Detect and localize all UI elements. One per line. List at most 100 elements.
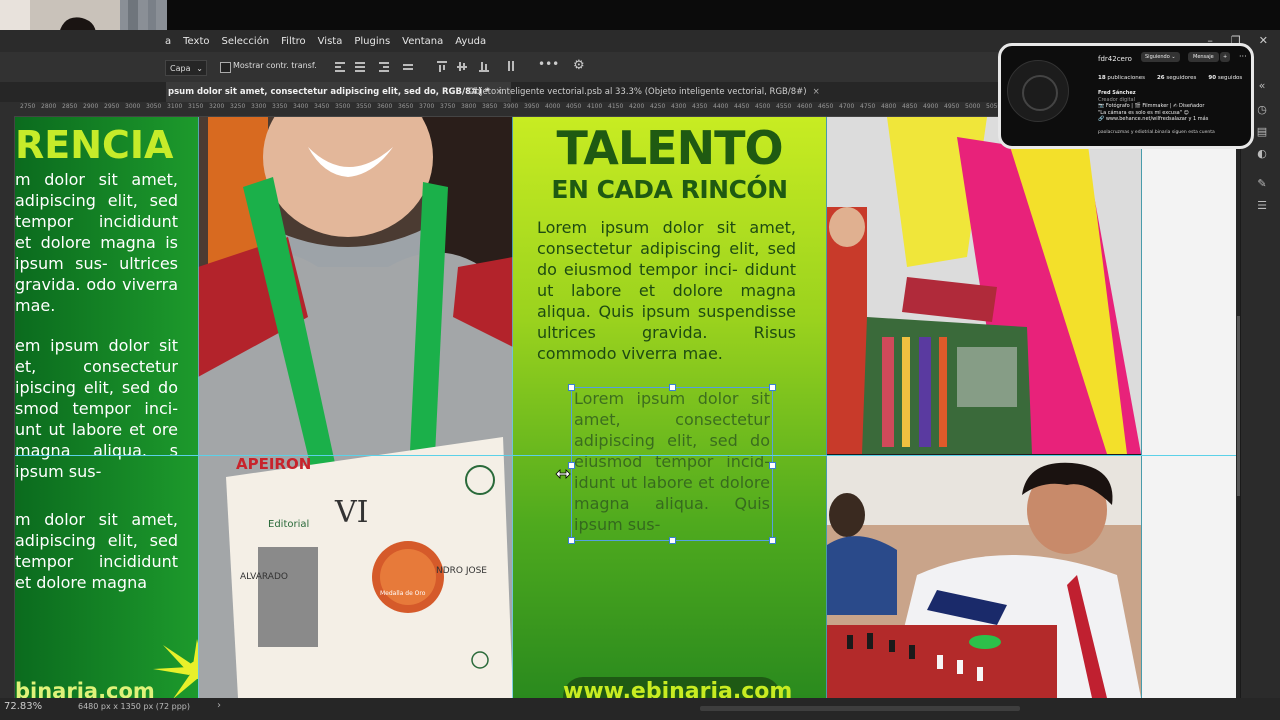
resize-cursor-icon [555, 469, 571, 479]
ruler-tick-label: 4950 [944, 103, 960, 110]
brush-icon[interactable]: ✎ [1255, 178, 1269, 190]
stat-followers[interactable]: 26 seguidores [1157, 75, 1196, 81]
transform-handle[interactable] [669, 384, 676, 391]
align-bottom-icon[interactable] [478, 60, 490, 72]
vertical-guide[interactable] [826, 117, 827, 698]
layer-select[interactable]: Capa ⌄ [165, 60, 207, 76]
vertical-guide[interactable] [1141, 117, 1142, 698]
more-options-icon[interactable]: ••• [538, 58, 559, 72]
stat-posts-num: 18 [1098, 75, 1106, 81]
camera-lens-icon [1022, 75, 1058, 111]
transform-handle[interactable] [568, 384, 575, 391]
stat-following[interactable]: 90 seguidos [1208, 75, 1242, 81]
profile-avatar[interactable] [1007, 60, 1069, 122]
tab-smart-object[interactable]: Objeto inteligente vectorial.psb al 33.3… [462, 82, 826, 102]
zoom-level[interactable]: 72.83% [4, 701, 42, 712]
instagram-profile-overlay: fdr42cero Siguiendo ⌄ Mensaje + ··· 18 p… [998, 43, 1254, 149]
ruler-tick-label: 3100 [167, 103, 183, 110]
distribute-v-icon[interactable] [505, 60, 517, 72]
ruler-tick-label: 3650 [398, 103, 414, 110]
sliders-icon[interactable]: ☰ [1255, 200, 1269, 212]
text-selection-box[interactable]: Lorem ipsum dolor sit amet, consectetur … [568, 384, 776, 544]
profile-stats: 18 publicaciones 26 seguidores 90 seguid… [1098, 75, 1242, 81]
ruler-tick-label: 3550 [356, 103, 372, 110]
profile-bio: Fred Sánchez Creador digital 📷 Fotógrafo… [1098, 90, 1248, 123]
selected-text-layer[interactable]: Lorem ipsum dolor sit amet, consectetur … [572, 388, 772, 535]
ruler-tick-label: 4500 [755, 103, 771, 110]
transform-handle[interactable] [568, 462, 575, 469]
right-panel-toolbar: « ◷ ▤ ◐ ✎ ☰ [1240, 52, 1280, 702]
bio-link[interactable]: 🔗 www.behance.net/wilfredsalazar y 1 más [1098, 116, 1248, 123]
instagram-username: fdr42cero [1098, 55, 1132, 63]
ruler-tick-label: 4050 [566, 103, 582, 110]
ruler-tick-label: 3200 [209, 103, 225, 110]
more-icon[interactable]: ··· [1239, 52, 1247, 61]
ruler-tick-label: 4100 [587, 103, 603, 110]
followed-by-text: paolacruzmas y ediotrial.binaria siguen … [1098, 130, 1215, 135]
ruler-tick-label: 3500 [335, 103, 351, 110]
canvas[interactable]: RENCIA m dolor sit amet, adipiscing elit… [15, 117, 1236, 698]
ruler-tick-label: 4250 [650, 103, 666, 110]
stat-posts[interactable]: 18 publicaciones [1098, 75, 1145, 81]
transform-handle[interactable] [769, 384, 776, 391]
tab-smart-object-label: Objeto inteligente vectorial.psb al 33.3… [468, 87, 807, 97]
align-middle-icon[interactable] [456, 60, 468, 72]
ruler-tick-label: 4750 [860, 103, 876, 110]
ruler-tick-label: 4800 [881, 103, 897, 110]
ruler-tick-label: 4700 [839, 103, 855, 110]
align-top-icon[interactable] [436, 60, 448, 72]
menu-item-seleccion[interactable]: Selección [221, 36, 269, 47]
layers-icon[interactable]: ▤ [1255, 126, 1269, 138]
menu-item-plugins[interactable]: Plugins [354, 36, 390, 47]
menu-item-vista[interactable]: Vista [318, 36, 343, 47]
photo-traditional-costume [827, 117, 1141, 454]
ruler-tick-label: 4850 [902, 103, 918, 110]
photo-student-medal: APEIRON Editorial VI ALVARADO NDRO JOSE … [198, 117, 513, 698]
stat-following-num: 90 [1208, 75, 1217, 81]
ruler-tick-label: 4450 [734, 103, 750, 110]
ruler-tick-label: 3450 [314, 103, 330, 110]
panel1-paragraph-3: m dolor sit amet, adipiscing elit, sed t… [15, 510, 178, 592]
message-button[interactable]: Mensaje [1188, 52, 1219, 62]
close-icon[interactable]: ✕ [1259, 34, 1268, 47]
menu-item-filtro[interactable]: Filtro [281, 36, 306, 47]
ruler-tick-label: 3400 [293, 103, 309, 110]
history-icon[interactable]: ◷ [1255, 104, 1269, 116]
chevron-right-icon[interactable]: › [217, 700, 221, 711]
vertical-guide[interactable] [198, 117, 199, 698]
horizontal-scrollbar[interactable] [700, 706, 1020, 711]
menu-item-texto[interactable]: Texto [183, 36, 209, 47]
show-transform-checkbox[interactable] [220, 62, 231, 73]
align-right-icon[interactable] [378, 60, 390, 72]
add-person-button[interactable]: + [1220, 52, 1231, 62]
transform-handle[interactable] [769, 537, 776, 544]
transform-handle[interactable] [769, 462, 776, 469]
panel-lime-center: TALENTO EN CADA RINCÓN Lorem ipsum dolor… [513, 117, 826, 698]
ruler-tick-label: 3750 [440, 103, 456, 110]
ruler-tick-label: 4550 [776, 103, 792, 110]
tab-close-icon[interactable]: × [813, 87, 820, 97]
transform-handle[interactable] [568, 537, 575, 544]
panel-green-left: RENCIA m dolor sit amet, adipiscing elit… [15, 117, 233, 698]
menu-item-ayuda[interactable]: Ayuda [455, 36, 486, 47]
panel1-paragraph-1: m dolor sit amet, adipiscing elit, sed t… [15, 170, 178, 315]
following-button[interactable]: Siguiendo ⌄ [1141, 52, 1180, 62]
vertical-guide[interactable] [512, 117, 513, 698]
ruler-tick-label: 3150 [188, 103, 204, 110]
align-left-icon[interactable] [334, 60, 346, 72]
align-center-h-icon[interactable] [354, 60, 366, 72]
layer-select-value: Capa [170, 64, 191, 73]
gear-icon[interactable]: ⚙ [573, 59, 585, 72]
menu-item-type[interactable]: a [165, 36, 171, 47]
chevron-left-icon[interactable]: « [1255, 80, 1269, 92]
transform-handle[interactable] [669, 537, 676, 544]
distribute-h-icon[interactable] [402, 60, 414, 72]
ruler-tick-label: 3000 [125, 103, 141, 110]
photo1-cert-name: ALVARADO [240, 572, 288, 582]
menu-item-ventana[interactable]: Ventana [402, 36, 443, 47]
tab-active-document[interactable]: psum dolor sit amet, consectetur adipisc… [166, 82, 511, 102]
ruler-tick-label: 4350 [692, 103, 708, 110]
ruler-tick-label: 2800 [41, 103, 57, 110]
adjustments-icon[interactable]: ◐ [1255, 148, 1269, 160]
ruler-tick-label: 3950 [524, 103, 540, 110]
